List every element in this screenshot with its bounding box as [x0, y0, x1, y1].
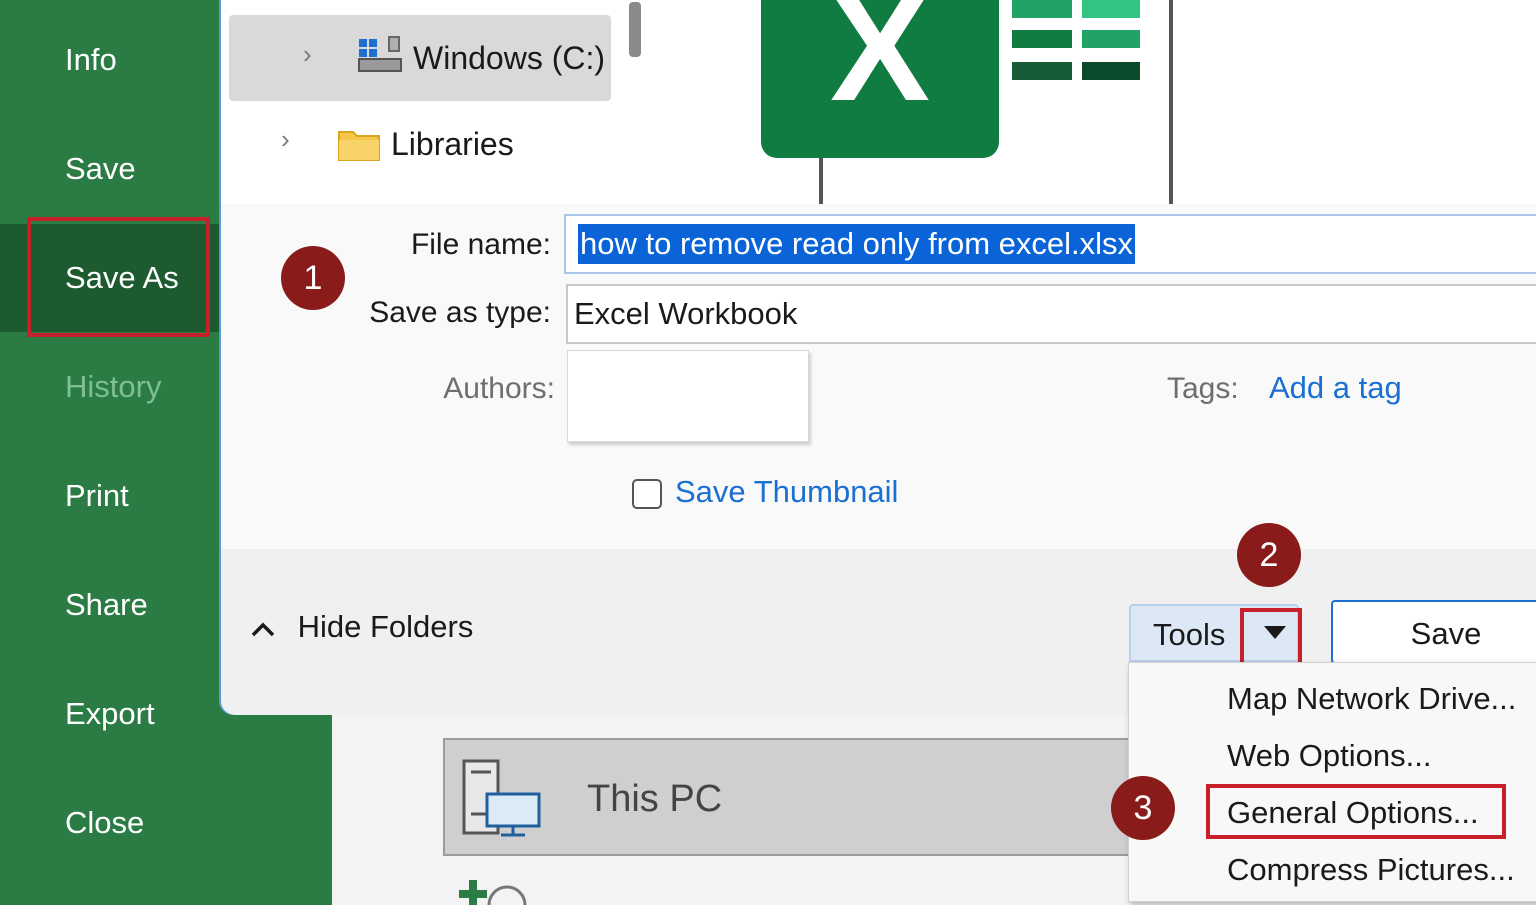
folder-tree: › Windows (C:) › Libraries: [221, 0, 661, 204]
add-place-icon: [459, 880, 527, 905]
chevron-right-icon[interactable]: ›: [281, 124, 290, 155]
nav-item-history: History: [65, 369, 162, 404]
step-badge-3: 3: [1111, 776, 1175, 840]
drive-icon: [358, 36, 402, 72]
excel-logo-icon: X: [761, 0, 1173, 204]
location-this-pc[interactable]: This PC: [443, 738, 1163, 856]
save-as-type-label: Save as type:: [369, 296, 551, 329]
tools-dropdown-highlight: [1240, 608, 1302, 666]
file-preview: X: [657, 0, 1536, 204]
nav-item-close[interactable]: Close: [0, 769, 222, 877]
tree-item-label: Windows (C:): [413, 40, 606, 76]
tree-item-label: Libraries: [391, 126, 514, 162]
tools-menu: Map Network Drive... Web Options... Gene…: [1128, 662, 1536, 902]
save-thumbnail-label[interactable]: Save Thumbnail: [675, 474, 898, 510]
save-as-type-select[interactable]: Excel Workbook: [566, 284, 1536, 344]
tools-label: Tools: [1153, 617, 1226, 652]
tags-label: Tags:: [1167, 372, 1239, 405]
svg-text:X: X: [830, 0, 930, 132]
hide-folders-label: Hide Folders: [297, 609, 474, 644]
tree-item-libraries[interactable]: › Libraries: [229, 104, 611, 190]
nav-item-export[interactable]: Export: [0, 660, 222, 768]
add-tag-link[interactable]: Add a tag: [1269, 370, 1402, 406]
authors-label: Authors:: [443, 372, 555, 405]
nav-item-print[interactable]: Print: [0, 442, 222, 550]
step-badge-2: 2: [1237, 523, 1301, 587]
nav-item-save[interactable]: Save: [0, 115, 222, 223]
save-button[interactable]: Save: [1331, 600, 1536, 664]
file-name-input[interactable]: how to remove read only from excel.xlsx: [564, 214, 1536, 274]
folder-icon: [338, 131, 380, 161]
menu-item-map-network-drive[interactable]: Map Network Drive...: [1227, 681, 1516, 717]
computer-icon: [462, 759, 541, 837]
tree-scrollbar-thumb[interactable]: [629, 2, 641, 57]
tree-item-windows-c[interactable]: › Windows (C:): [229, 15, 611, 101]
chevron-up-icon: [251, 622, 275, 637]
file-name-value: how to remove read only from excel.xlsx: [578, 224, 1136, 264]
hide-folders-button[interactable]: Hide Folders: [249, 609, 473, 645]
menu-item-web-options[interactable]: Web Options...: [1227, 738, 1431, 774]
chevron-right-icon[interactable]: ›: [303, 39, 312, 70]
save-thumbnail-checkbox[interactable]: [632, 479, 662, 509]
file-form: File name: how to remove read only from …: [221, 204, 1536, 549]
location-label: This PC: [587, 778, 723, 820]
authors-input[interactable]: [567, 350, 809, 442]
step-badge-1: 1: [281, 246, 345, 310]
general-options-highlight: [1206, 784, 1506, 839]
menu-item-compress-pictures[interactable]: Compress Pictures...: [1227, 852, 1515, 888]
save-as-highlight: [27, 217, 210, 337]
file-name-label: File name:: [410, 228, 551, 261]
nav-item-share[interactable]: Share: [0, 551, 222, 659]
nav-item-info[interactable]: Info: [0, 6, 222, 114]
